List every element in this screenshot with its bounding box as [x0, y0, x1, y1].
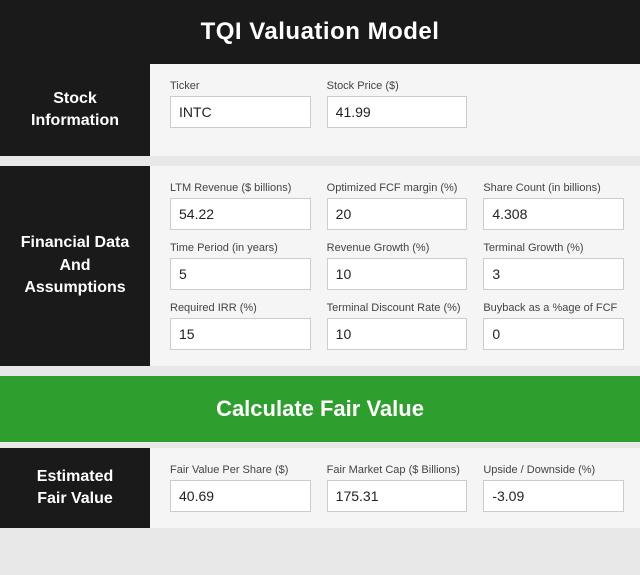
fair-market-cap-input[interactable]: [327, 480, 468, 512]
revenue-growth-input[interactable]: [327, 258, 468, 290]
revenue-growth-label: Revenue Growth (%): [327, 242, 468, 254]
fair-value-share-group: Fair Value Per Share ($): [170, 464, 311, 512]
financial-row-1: LTM Revenue ($ billions) Optimized FCF m…: [170, 182, 624, 230]
ltm-revenue-group: LTM Revenue ($ billions): [170, 182, 311, 230]
terminal-discount-input[interactable]: [327, 318, 468, 350]
terminal-growth-label: Terminal Growth (%): [483, 242, 624, 254]
buyback-pct-input[interactable]: [483, 318, 624, 350]
stock-price-label: Stock Price ($): [327, 80, 468, 92]
time-period-input[interactable]: [170, 258, 311, 290]
required-irr-input[interactable]: [170, 318, 311, 350]
results-section-label: EstimatedFair Value: [0, 448, 150, 528]
terminal-discount-label: Terminal Discount Rate (%): [327, 302, 468, 314]
stock-information-section: StockInformation Ticker Stock Price ($): [0, 64, 640, 160]
financial-section-label: Financial DataAndAssumptions: [0, 166, 150, 366]
results-section: EstimatedFair Value Fair Value Per Share…: [0, 448, 640, 528]
terminal-discount-group: Terminal Discount Rate (%): [327, 302, 468, 350]
fair-value-share-input[interactable]: [170, 480, 311, 512]
results-content: Fair Value Per Share ($) Fair Market Cap…: [150, 448, 640, 528]
required-irr-group: Required IRR (%): [170, 302, 311, 350]
stock-fields-row: Ticker Stock Price ($): [170, 80, 624, 128]
upside-downside-input[interactable]: [483, 480, 624, 512]
ticker-field-group: Ticker: [170, 80, 311, 128]
financial-row-2: Time Period (in years) Revenue Growth (%…: [170, 242, 624, 290]
financial-data-section: Financial DataAndAssumptions LTM Revenue…: [0, 166, 640, 370]
ticker-label: Ticker: [170, 80, 311, 92]
time-period-label: Time Period (in years): [170, 242, 311, 254]
ticker-input[interactable]: [170, 96, 311, 128]
stock-price-input[interactable]: [327, 96, 468, 128]
calculate-button[interactable]: Calculate Fair Value: [0, 376, 640, 442]
page-title: TQI Valuation Model: [0, 0, 640, 64]
time-period-group: Time Period (in years): [170, 242, 311, 290]
fair-market-cap-label: Fair Market Cap ($ Billions): [327, 464, 468, 476]
ltm-revenue-label: LTM Revenue ($ billions): [170, 182, 311, 194]
stock-section-label: StockInformation: [0, 64, 150, 156]
buyback-pct-group: Buyback as a %age of FCF: [483, 302, 624, 350]
stock-section-content: Ticker Stock Price ($): [150, 64, 640, 156]
share-count-group: Share Count (in billions): [483, 182, 624, 230]
share-count-input[interactable]: [483, 198, 624, 230]
upside-downside-label: Upside / Downside (%): [483, 464, 624, 476]
terminal-growth-input[interactable]: [483, 258, 624, 290]
fcf-margin-label: Optimized FCF margin (%): [327, 182, 468, 194]
fair-value-share-label: Fair Value Per Share ($): [170, 464, 311, 476]
stock-price-field-group: Stock Price ($): [327, 80, 468, 128]
fcf-margin-input[interactable]: [327, 198, 468, 230]
stock-spacer: [483, 80, 624, 128]
financial-row-3: Required IRR (%) Terminal Discount Rate …: [170, 302, 624, 350]
fcf-margin-group: Optimized FCF margin (%): [327, 182, 468, 230]
revenue-growth-group: Revenue Growth (%): [327, 242, 468, 290]
upside-downside-group: Upside / Downside (%): [483, 464, 624, 512]
share-count-label: Share Count (in billions): [483, 182, 624, 194]
fair-market-cap-group: Fair Market Cap ($ Billions): [327, 464, 468, 512]
terminal-growth-group: Terminal Growth (%): [483, 242, 624, 290]
ltm-revenue-input[interactable]: [170, 198, 311, 230]
buyback-pct-label: Buyback as a %age of FCF: [483, 302, 624, 314]
financial-section-content: LTM Revenue ($ billions) Optimized FCF m…: [150, 166, 640, 366]
required-irr-label: Required IRR (%): [170, 302, 311, 314]
results-fields-row: Fair Value Per Share ($) Fair Market Cap…: [170, 464, 624, 512]
